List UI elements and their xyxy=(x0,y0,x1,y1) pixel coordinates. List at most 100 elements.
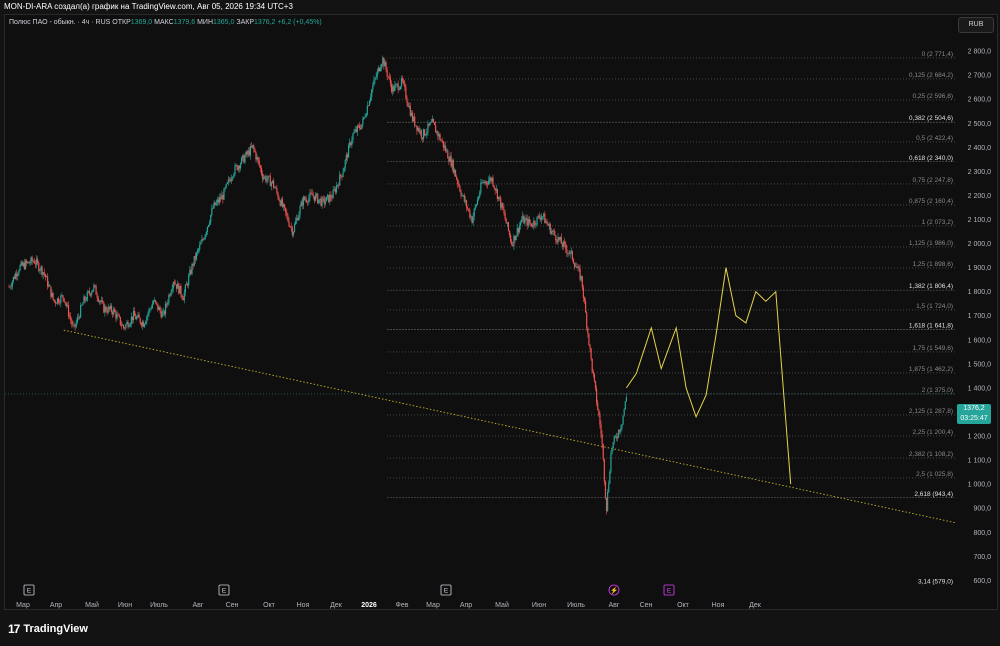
candle-body xyxy=(560,237,562,244)
candle-body xyxy=(559,237,561,240)
y-tick-label: 1 400,0 xyxy=(968,385,991,392)
candle-body xyxy=(361,124,363,129)
candle-body xyxy=(214,202,216,206)
brand-logo[interactable]: 17 TradingView xyxy=(8,622,88,636)
candle-body xyxy=(400,78,403,87)
candle-body xyxy=(222,195,224,200)
x-tick-label: Мар xyxy=(16,602,30,609)
candle-body xyxy=(447,150,449,159)
tradingview-logo-icon: 17 xyxy=(8,622,20,636)
candle-body xyxy=(408,106,410,107)
candle-body xyxy=(104,306,106,313)
candle-body xyxy=(91,292,93,296)
candle-body xyxy=(271,180,274,183)
candle-body xyxy=(371,89,373,97)
symbol-name[interactable]: Полюс ПАО - обыкн. · 4ч · RUS xyxy=(9,19,110,26)
candle-body xyxy=(596,388,598,403)
candle-body xyxy=(490,177,492,182)
candle-body xyxy=(543,213,545,217)
candle-body xyxy=(522,215,524,220)
candle-body xyxy=(149,308,151,310)
candle-body xyxy=(298,214,300,221)
candle-body xyxy=(192,264,194,266)
candle-body xyxy=(221,195,223,200)
candle-body xyxy=(584,301,587,313)
candle-body xyxy=(232,176,234,179)
candle-body xyxy=(120,324,123,326)
candle-body xyxy=(547,223,549,226)
candle-body xyxy=(335,185,338,193)
candle-body xyxy=(19,265,21,271)
candle-body xyxy=(446,150,448,152)
candle-body xyxy=(248,150,250,156)
candle-body xyxy=(590,348,592,359)
candle-body xyxy=(526,217,528,226)
candle-body xyxy=(523,215,525,224)
candle-body xyxy=(179,285,181,294)
candle-body xyxy=(189,269,191,276)
last-price-value: 1376,2 xyxy=(963,405,985,412)
fib-level-label: 3,14 (579,0) xyxy=(918,578,953,585)
candle-body xyxy=(158,307,160,310)
candle-body xyxy=(342,172,344,177)
candle-body xyxy=(474,206,476,209)
candle-body xyxy=(578,266,580,269)
candle-body xyxy=(239,163,242,169)
y-tick-label: 2 400,0 xyxy=(968,145,991,152)
candle-body xyxy=(581,276,583,288)
candle-body xyxy=(83,296,85,304)
candle-body xyxy=(390,83,393,92)
chart-panel[interactable]: 2 900,02 800,02 700,02 600,02 500,02 400… xyxy=(4,14,998,610)
candle-body xyxy=(80,305,82,318)
candle-body xyxy=(319,198,321,200)
candle-body xyxy=(135,315,137,320)
candle-body xyxy=(406,98,408,104)
price-chart[interactable]: 2 900,02 800,02 700,02 600,02 500,02 400… xyxy=(5,15,999,611)
candle-body xyxy=(275,187,277,189)
y-tick-label: 1 700,0 xyxy=(968,313,991,320)
candle-body xyxy=(272,180,275,188)
candle-body xyxy=(85,300,87,301)
candle-body xyxy=(593,373,596,381)
candle-body xyxy=(44,274,46,278)
candle-body xyxy=(382,57,384,65)
candle-body xyxy=(261,173,264,180)
candle-body xyxy=(160,310,162,318)
candle-body xyxy=(454,169,457,177)
currency-button[interactable]: RUB xyxy=(958,17,994,33)
candle-body xyxy=(293,224,296,232)
candle-body xyxy=(504,213,506,220)
earnings-e-icon-label: E xyxy=(27,588,32,595)
candle-body xyxy=(494,188,496,191)
candle-body xyxy=(575,266,577,268)
candle-body xyxy=(368,100,371,106)
last-price-label: 1376,2 03:25:47 xyxy=(957,404,991,424)
candle-body xyxy=(427,123,429,132)
candle-body xyxy=(119,316,121,325)
candle-body xyxy=(29,263,31,264)
candle-body xyxy=(550,231,553,234)
x-tick-label: Апр xyxy=(460,602,472,609)
y-tick-label: 2 200,0 xyxy=(968,193,991,200)
candle-body xyxy=(11,281,13,287)
candle-body xyxy=(322,197,324,199)
candle-body xyxy=(13,276,16,279)
y-tick-label: 600,0 xyxy=(973,578,991,585)
candle-body xyxy=(354,129,356,132)
candle-body xyxy=(370,96,372,101)
candle-body xyxy=(614,436,616,438)
candle-body xyxy=(539,218,541,220)
candle-body xyxy=(456,176,458,180)
candle-body xyxy=(306,199,308,202)
candle-body xyxy=(557,237,559,243)
y-tick-label: 2 500,0 xyxy=(968,121,991,128)
candle-body xyxy=(320,198,322,206)
candle-body xyxy=(224,187,226,189)
candle-body xyxy=(147,313,149,317)
candle-body xyxy=(96,294,98,299)
candle-body xyxy=(282,204,285,207)
candle-body xyxy=(330,194,332,199)
candle-body xyxy=(53,299,55,302)
candle-body xyxy=(213,202,215,209)
fib-level-label: 1,382 (1 806,4) xyxy=(909,283,953,290)
